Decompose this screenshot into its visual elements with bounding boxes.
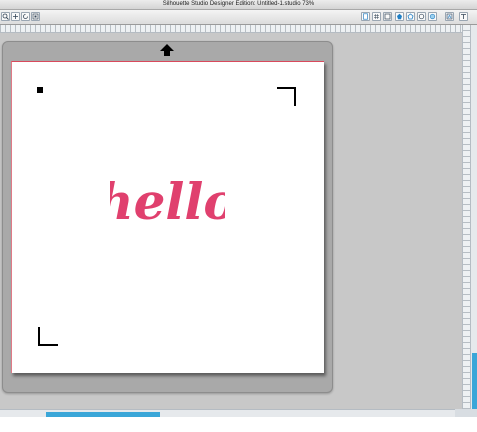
vertical-scrollbar[interactable]: [470, 25, 477, 417]
cut-settings-icon[interactable]: [383, 12, 392, 21]
pan-icon[interactable]: [11, 12, 20, 21]
fit-icon[interactable]: [31, 12, 40, 21]
image-effects-icon[interactable]: [428, 12, 437, 21]
zoom-icon[interactable]: [1, 12, 10, 21]
page-setup-icon[interactable]: [361, 12, 370, 21]
rotate-icon[interactable]: [21, 12, 30, 21]
text-style-icon[interactable]: [459, 12, 468, 21]
status-area: [0, 417, 477, 432]
registration-mark-top-right: [277, 87, 296, 106]
registration-mark-bottom-left: [38, 327, 58, 346]
line-color-icon[interactable]: [406, 12, 415, 21]
window-title: Silhouette Studio Designer Edition: Unti…: [0, 0, 477, 10]
registration-mark-square: [37, 87, 43, 93]
trace-icon[interactable]: [445, 12, 454, 21]
toolbar: [0, 10, 477, 25]
line-style-icon[interactable]: [417, 12, 426, 21]
vertical-scroll-thumb[interactable]: [472, 353, 477, 415]
horizontal-ruler: [0, 25, 462, 33]
fill-color-icon[interactable]: [395, 12, 404, 21]
mat-feed-arrow-icon: [160, 44, 174, 56]
scroll-corner: [455, 409, 477, 417]
grid-icon[interactable]: [372, 12, 381, 21]
hello-text: hello: [110, 172, 225, 231]
hello-artwork[interactable]: hello: [110, 167, 225, 237]
